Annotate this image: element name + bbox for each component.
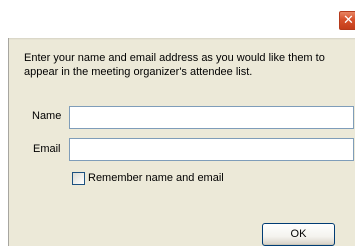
- ok-button[interactable]: OK: [262, 223, 335, 246]
- name-input[interactable]: [69, 106, 354, 129]
- name-label: Name: [32, 110, 62, 122]
- remember-checkbox[interactable]: [72, 172, 85, 185]
- email-input[interactable]: [69, 138, 354, 161]
- attendee-info-dialog: Enter your name and email address as you…: [8, 38, 355, 246]
- title-bar: ✕: [0, 0, 355, 38]
- remember-label[interactable]: Remember name and email: [88, 172, 224, 184]
- close-icon: ✕: [343, 13, 354, 28]
- email-label: Email: [33, 143, 61, 155]
- instruction-text: Enter your name and email address as you…: [24, 52, 325, 78]
- close-button[interactable]: ✕: [338, 10, 355, 31]
